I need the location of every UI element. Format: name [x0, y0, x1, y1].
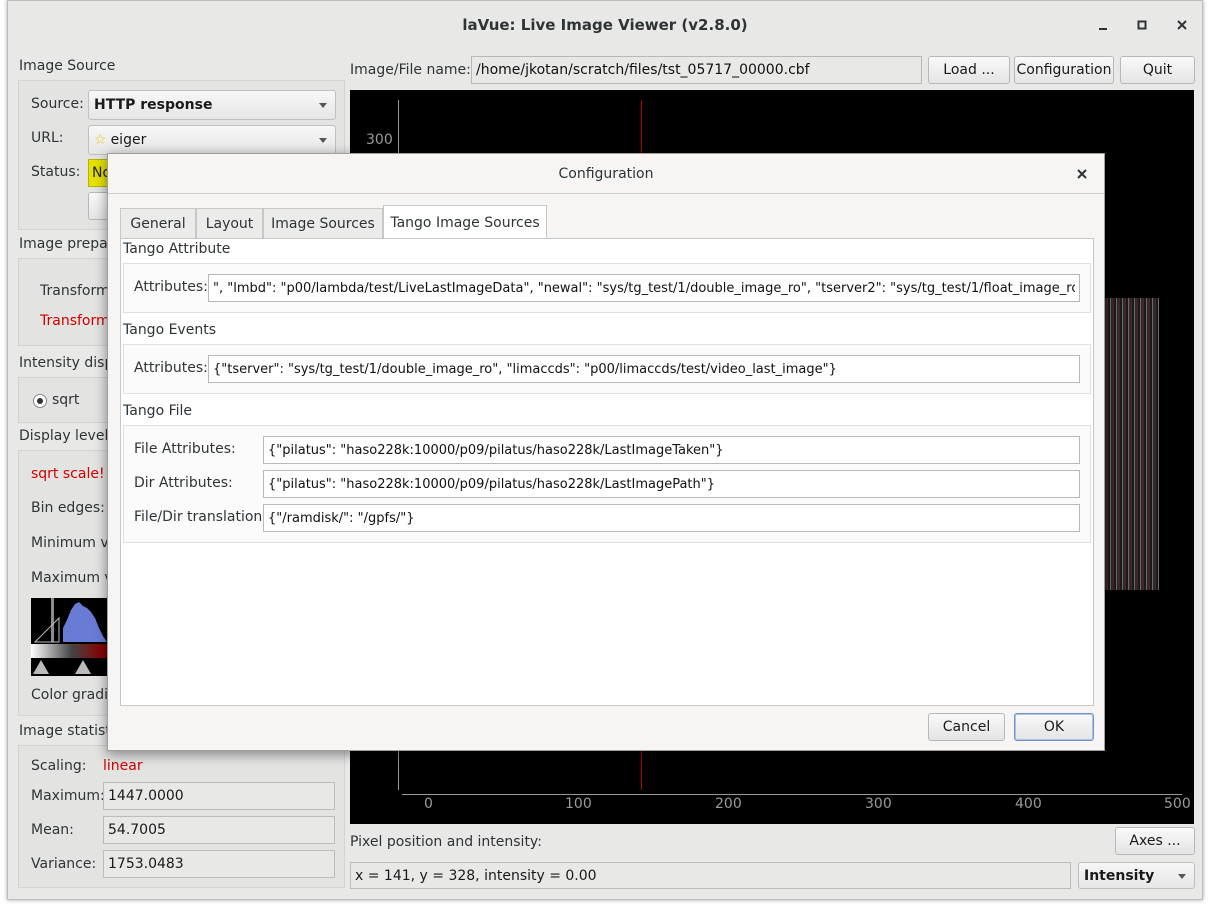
source-label: Source:	[31, 96, 84, 112]
sqrt-scale-note: sqrt scale!	[31, 466, 105, 482]
x-tick-label: 200	[715, 796, 742, 812]
file-name-input[interactable]	[471, 56, 922, 84]
variance-value-field: 1753.0483	[103, 850, 335, 878]
close-icon[interactable]	[1168, 11, 1196, 39]
configuration-dialog: Configuration General Layout Image Sourc…	[107, 153, 1105, 751]
tango-attribute-label: Attributes:	[134, 279, 208, 295]
url-value: eiger	[110, 132, 147, 148]
tab-image-sources[interactable]: Image Sources	[263, 208, 383, 238]
y-tick-label: 300	[366, 132, 393, 148]
dir-attributes-input[interactable]	[263, 470, 1080, 498]
x-tick-label: 100	[565, 796, 592, 812]
tango-image-sources-pane: Tango Attribute Attributes: Tango Events…	[120, 238, 1094, 706]
tab-general[interactable]: General	[120, 208, 196, 238]
mean-value-field: 54.7005	[103, 816, 335, 844]
maximum-stat-label: Maximum:	[31, 788, 105, 804]
tango-events-title: Tango Events	[123, 322, 216, 338]
chevron-down-icon	[1178, 873, 1186, 879]
file-attributes-input[interactable]	[263, 436, 1080, 464]
axes-button[interactable]: Axes ...	[1115, 827, 1195, 855]
url-label: URL:	[31, 130, 64, 146]
load-button[interactable]: Load ...	[928, 56, 1010, 84]
x-axis	[402, 794, 1182, 795]
tango-file-title: Tango File	[123, 403, 193, 419]
title-bar: laVue: Live Image Viewer (v2.8.0)	[8, 1, 1202, 49]
dir-attributes-label: Dir Attributes:	[134, 475, 233, 491]
scaling-label: Scaling:	[31, 758, 87, 774]
tango-attribute-section: Attributes:	[123, 263, 1091, 313]
x-tick-label: 400	[1015, 796, 1042, 812]
dialog-header: Configuration	[108, 154, 1104, 194]
sqrt-radio-label: sqrt	[52, 392, 80, 408]
intensity-title: Intensity displ	[19, 355, 118, 371]
tango-events-input[interactable]	[208, 355, 1080, 383]
minimize-icon[interactable]	[1089, 11, 1117, 39]
dialog-title: Configuration	[558, 166, 654, 182]
x-tick-label: 300	[865, 796, 892, 812]
variance-label: Variance:	[31, 856, 97, 872]
chevron-down-icon	[319, 138, 327, 143]
star-icon: ☆	[94, 132, 107, 148]
status-label: Status:	[31, 164, 81, 180]
tab-layout[interactable]: Layout	[196, 208, 263, 238]
file-attributes-label: File Attributes:	[134, 441, 236, 457]
cancel-button[interactable]: Cancel	[928, 713, 1005, 741]
tango-file-section: File Attributes: Dir Attributes: File/Di…	[123, 425, 1091, 543]
image-source-title: Image Source	[19, 58, 116, 74]
pixel-position-label: Pixel position and intensity:	[350, 834, 542, 850]
tango-events-label: Attributes:	[134, 360, 208, 376]
maximum-value-field: 1447.0000	[103, 782, 335, 810]
intensity-mode-combo[interactable]: Intensity	[1078, 862, 1195, 889]
transformation-warning: Transform	[40, 313, 110, 329]
x-tick-label: 500	[1164, 796, 1191, 812]
chevron-down-icon	[319, 103, 327, 108]
mean-label: Mean:	[31, 822, 74, 838]
source-combo[interactable]: HTTP response	[88, 90, 336, 120]
statistics-group: Scaling: linear Maximum: 1447.0000 Mean:…	[18, 745, 345, 888]
bin-edges-label: Bin edges:	[31, 500, 105, 516]
tango-attribute-input[interactable]	[208, 274, 1080, 302]
source-value: HTTP response	[94, 97, 213, 113]
minimum-label: Minimum va	[31, 535, 118, 551]
close-icon[interactable]	[1072, 164, 1092, 184]
tab-tango-image-sources[interactable]: Tango Image Sources	[383, 205, 547, 239]
scaling-value: linear	[103, 758, 143, 774]
file-name-label: Image/File name:	[350, 62, 471, 78]
quit-button[interactable]: Quit	[1120, 56, 1195, 84]
window-title: laVue: Live Image Viewer (v2.8.0)	[462, 16, 748, 34]
color-gradient-label: Color gradie	[31, 687, 117, 703]
tango-events-section: Attributes:	[123, 344, 1091, 394]
display-levels-title: Display levels	[19, 428, 116, 444]
configuration-button[interactable]: Configuration	[1014, 56, 1114, 84]
sqrt-radio[interactable]	[33, 394, 47, 408]
intensity-mode-value: Intensity	[1084, 867, 1155, 884]
ok-button[interactable]: OK	[1014, 713, 1094, 741]
file-dir-translation-input[interactable]	[263, 504, 1080, 532]
pixel-position-field: x = 141, y = 328, intensity = 0.00	[350, 862, 1071, 889]
maximize-icon[interactable]	[1128, 11, 1156, 39]
tango-attribute-title: Tango Attribute	[123, 241, 231, 257]
file-dir-translation-label: File/Dir translation:	[134, 509, 268, 525]
x-tick-label: 0	[424, 796, 433, 812]
url-combo[interactable]: ☆ eiger	[88, 125, 336, 155]
